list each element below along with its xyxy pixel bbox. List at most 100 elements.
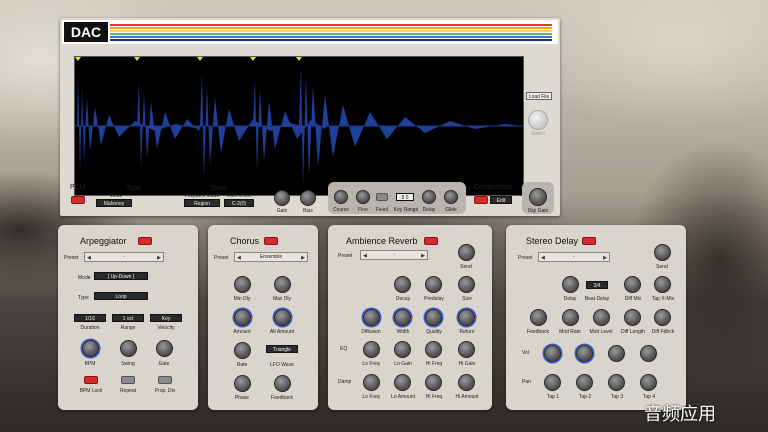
- prev-arrow-icon[interactable]: ◀: [237, 254, 241, 262]
- prev-arrow-icon[interactable]: ◀: [541, 254, 545, 262]
- max-dly-label: Max Dly: [272, 296, 292, 302]
- tap3-label: Tap 3: [610, 394, 624, 400]
- key-range-value[interactable]: 8 0: [396, 193, 414, 201]
- pan-tap2-knob[interactable]: [576, 374, 593, 391]
- vol-tap4-knob[interactable]: [640, 345, 657, 362]
- predelay-knob[interactable]: [425, 276, 442, 293]
- fixed-toggle[interactable]: [376, 193, 388, 201]
- feedback-knob[interactable]: [530, 309, 547, 326]
- alt-amount-knob[interactable]: [274, 309, 291, 326]
- phase-knob[interactable]: [234, 375, 251, 392]
- gain-knob[interactable]: [274, 190, 290, 206]
- amount-knob[interactable]: [234, 309, 251, 326]
- playback-mode-value[interactable]: Region: [184, 199, 220, 207]
- damp-hi-freq-knob[interactable]: [425, 374, 442, 391]
- min-dly-knob[interactable]: [234, 276, 251, 293]
- prev-arrow-icon[interactable]: ◀: [87, 254, 91, 262]
- diff-fdbk-knob[interactable]: [654, 309, 671, 326]
- diff-length-knob[interactable]: [624, 309, 641, 326]
- beat-delay-label: Beat Delay: [584, 296, 610, 302]
- send-knob[interactable]: [458, 244, 475, 261]
- damp-lo-amount-knob[interactable]: [394, 374, 411, 391]
- midi-offset-value[interactable]: C-2(0): [224, 199, 254, 207]
- preset-select[interactable]: ◀ - ▶: [84, 252, 164, 262]
- damp-lo-freq-knob[interactable]: [363, 374, 380, 391]
- vol-tap2-knob[interactable]: [576, 345, 593, 362]
- delay-knob[interactable]: [562, 276, 579, 293]
- next-arrow-icon[interactable]: ▶: [603, 254, 607, 262]
- lfo-wave-value[interactable]: Triangle: [266, 345, 298, 353]
- decay-knob[interactable]: [394, 276, 411, 293]
- vol-tap3-knob[interactable]: [608, 345, 625, 362]
- mode-value[interactable]: [ Up-Down ]: [94, 272, 148, 280]
- reverb-toggle[interactable]: [424, 237, 438, 245]
- pan-tap3-knob[interactable]: [608, 374, 625, 391]
- mod-level-knob[interactable]: [593, 309, 610, 326]
- velocity-value[interactable]: Key: [150, 314, 182, 322]
- eq-lo-freq-knob[interactable]: [363, 341, 380, 358]
- next-arrow-icon[interactable]: ▶: [157, 254, 161, 262]
- preset-label: Preset: [64, 255, 79, 261]
- return-knob[interactable]: [458, 309, 475, 326]
- arpeggiator-panel: Arpeggiator Preset ◀ - ▶ Mode [ Up-Down …: [58, 225, 198, 410]
- quality-knob[interactable]: [425, 309, 442, 326]
- diff-mix-knob[interactable]: [624, 276, 641, 293]
- preset-select[interactable]: ◀ Ensemble ▶: [234, 252, 308, 262]
- fine-knob[interactable]: [356, 190, 370, 204]
- beat-delay-value[interactable]: 3/4: [586, 281, 608, 289]
- bpm-knob[interactable]: [82, 340, 99, 357]
- quality-label: Quality: [426, 329, 442, 335]
- tap-x-mix-knob[interactable]: [654, 276, 671, 293]
- eq-lo-gain-knob[interactable]: [394, 341, 411, 358]
- mode-value[interactable]: Mahoney: [96, 199, 132, 207]
- prop-div-toggle[interactable]: [158, 376, 172, 384]
- preset-select[interactable]: ◀ - ▶: [360, 250, 428, 260]
- size-knob[interactable]: [458, 276, 475, 293]
- bpm-label: BPM: [84, 361, 96, 367]
- chorus-toggle[interactable]: [264, 237, 278, 245]
- repeat-toggle[interactable]: [121, 376, 135, 384]
- preset-select[interactable]: ◀ - ▶: [538, 252, 610, 262]
- vol-tap1-knob[interactable]: [544, 345, 561, 362]
- bpm-lock-toggle[interactable]: [84, 376, 98, 384]
- damp-hi-amount-knob[interactable]: [458, 374, 475, 391]
- pcm-toggle[interactable]: [71, 196, 85, 204]
- eq-hi-gain-knob[interactable]: [458, 341, 475, 358]
- pan-tap1-knob[interactable]: [544, 374, 561, 391]
- type-value[interactable]: Loop: [94, 292, 148, 300]
- slicer-label: Slicer: [210, 185, 228, 192]
- next-arrow-icon[interactable]: ▶: [301, 254, 305, 262]
- glide-knob[interactable]: [444, 190, 458, 204]
- width-knob[interactable]: [394, 309, 411, 326]
- eq-hi-freq-knob[interactable]: [425, 341, 442, 358]
- compressor-edit-button[interactable]: Edit: [490, 196, 512, 204]
- phase-label: Phase: [234, 395, 250, 401]
- next-arrow-icon[interactable]: ▶: [421, 252, 425, 260]
- amount-label: Amount: [233, 329, 251, 335]
- coarse-knob[interactable]: [334, 190, 348, 204]
- max-dly-knob[interactable]: [274, 276, 291, 293]
- preset-value: Ensemble: [259, 254, 283, 260]
- duration-value[interactable]: 1/16: [74, 314, 106, 322]
- bias-knob[interactable]: [300, 190, 316, 206]
- delay-knob[interactable]: [422, 190, 436, 204]
- range-value[interactable]: 1 oct: [112, 314, 144, 322]
- send-knob[interactable]: [654, 244, 671, 261]
- arpeggiator-toggle[interactable]: [138, 237, 152, 245]
- waveform-display[interactable]: [74, 56, 524, 196]
- gate-knob[interactable]: [156, 340, 173, 357]
- rate-knob[interactable]: [234, 342, 251, 359]
- mod-rate-knob[interactable]: [562, 309, 579, 326]
- swing-knob[interactable]: [120, 340, 137, 357]
- feedback-knob[interactable]: [274, 375, 291, 392]
- stereo-delay-toggle[interactable]: [582, 237, 596, 245]
- compressor-toggle[interactable]: [474, 196, 488, 204]
- eq-lo-freq-label: Lo Freq: [362, 361, 380, 367]
- load-file-button[interactable]: Load File: [526, 92, 552, 100]
- prev-arrow-icon[interactable]: ◀: [363, 252, 367, 260]
- digi-gain-knob[interactable]: [529, 188, 547, 206]
- select-knob[interactable]: [528, 110, 548, 130]
- pan-tap4-knob[interactable]: [640, 374, 657, 391]
- bpm-lock-label: BPM Lock: [79, 388, 103, 394]
- diffusion-knob[interactable]: [363, 309, 380, 326]
